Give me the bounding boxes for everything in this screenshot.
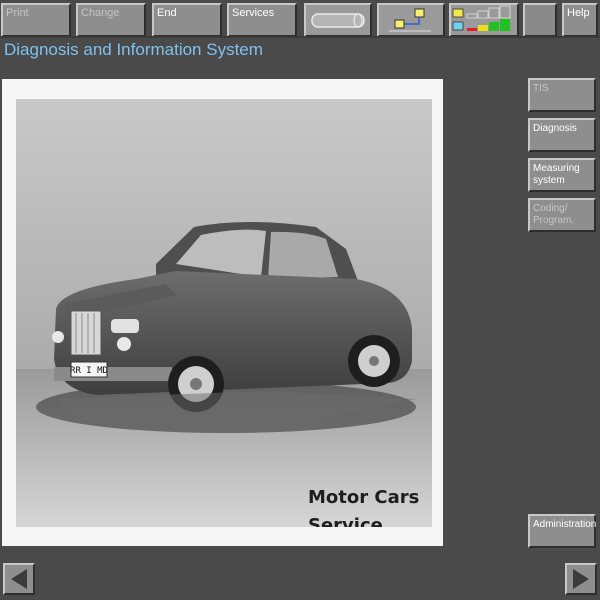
brand-caption: Motor Cars Service (308, 484, 419, 527)
back-arrow-icon (11, 569, 27, 589)
change-button[interactable]: Change (76, 3, 146, 37)
toolbar-divider (0, 36, 600, 38)
print-button[interactable]: Print (1, 3, 71, 37)
battery-status (304, 3, 372, 37)
signal-strength-icon (452, 5, 511, 31)
signal-status (449, 3, 519, 37)
caption-line-2: Service (308, 515, 383, 527)
forward-button[interactable] (565, 563, 597, 595)
car-illustration: RR I MD (16, 99, 432, 527)
end-button[interactable]: End (152, 3, 222, 37)
page-title: Diagnosis and Information System (4, 40, 263, 59)
start-image-panel: RR I MD Motor Cars Service (2, 79, 443, 546)
network-status (377, 3, 445, 37)
measuring-label-1: Measuring (533, 163, 580, 174)
battery-icon (311, 13, 365, 28)
coding-program-button[interactable]: Coding/ Program. (528, 198, 596, 232)
measuring-system-button[interactable]: Measuring system (528, 158, 596, 192)
caption-line-1: Motor Cars (308, 487, 420, 508)
back-button[interactable] (3, 563, 35, 595)
license-plate: RR I MD (70, 366, 108, 376)
help-button[interactable]: Help (562, 3, 598, 37)
services-button[interactable]: Services (227, 3, 297, 37)
forward-arrow-icon (573, 569, 589, 589)
car-photo: RR I MD Motor Cars Service (16, 99, 432, 527)
network-connection-icon (389, 8, 431, 32)
blank-toolbar-button[interactable] (523, 3, 557, 37)
diagnosis-button[interactable]: Diagnosis (528, 118, 596, 152)
coding-label-1: Coding/ (533, 203, 568, 214)
coding-label-2: Program. (533, 215, 575, 226)
measuring-label-2: system (533, 175, 565, 186)
tis-button[interactable]: TIS (528, 78, 596, 112)
administration-button[interactable]: Administration (528, 514, 596, 548)
